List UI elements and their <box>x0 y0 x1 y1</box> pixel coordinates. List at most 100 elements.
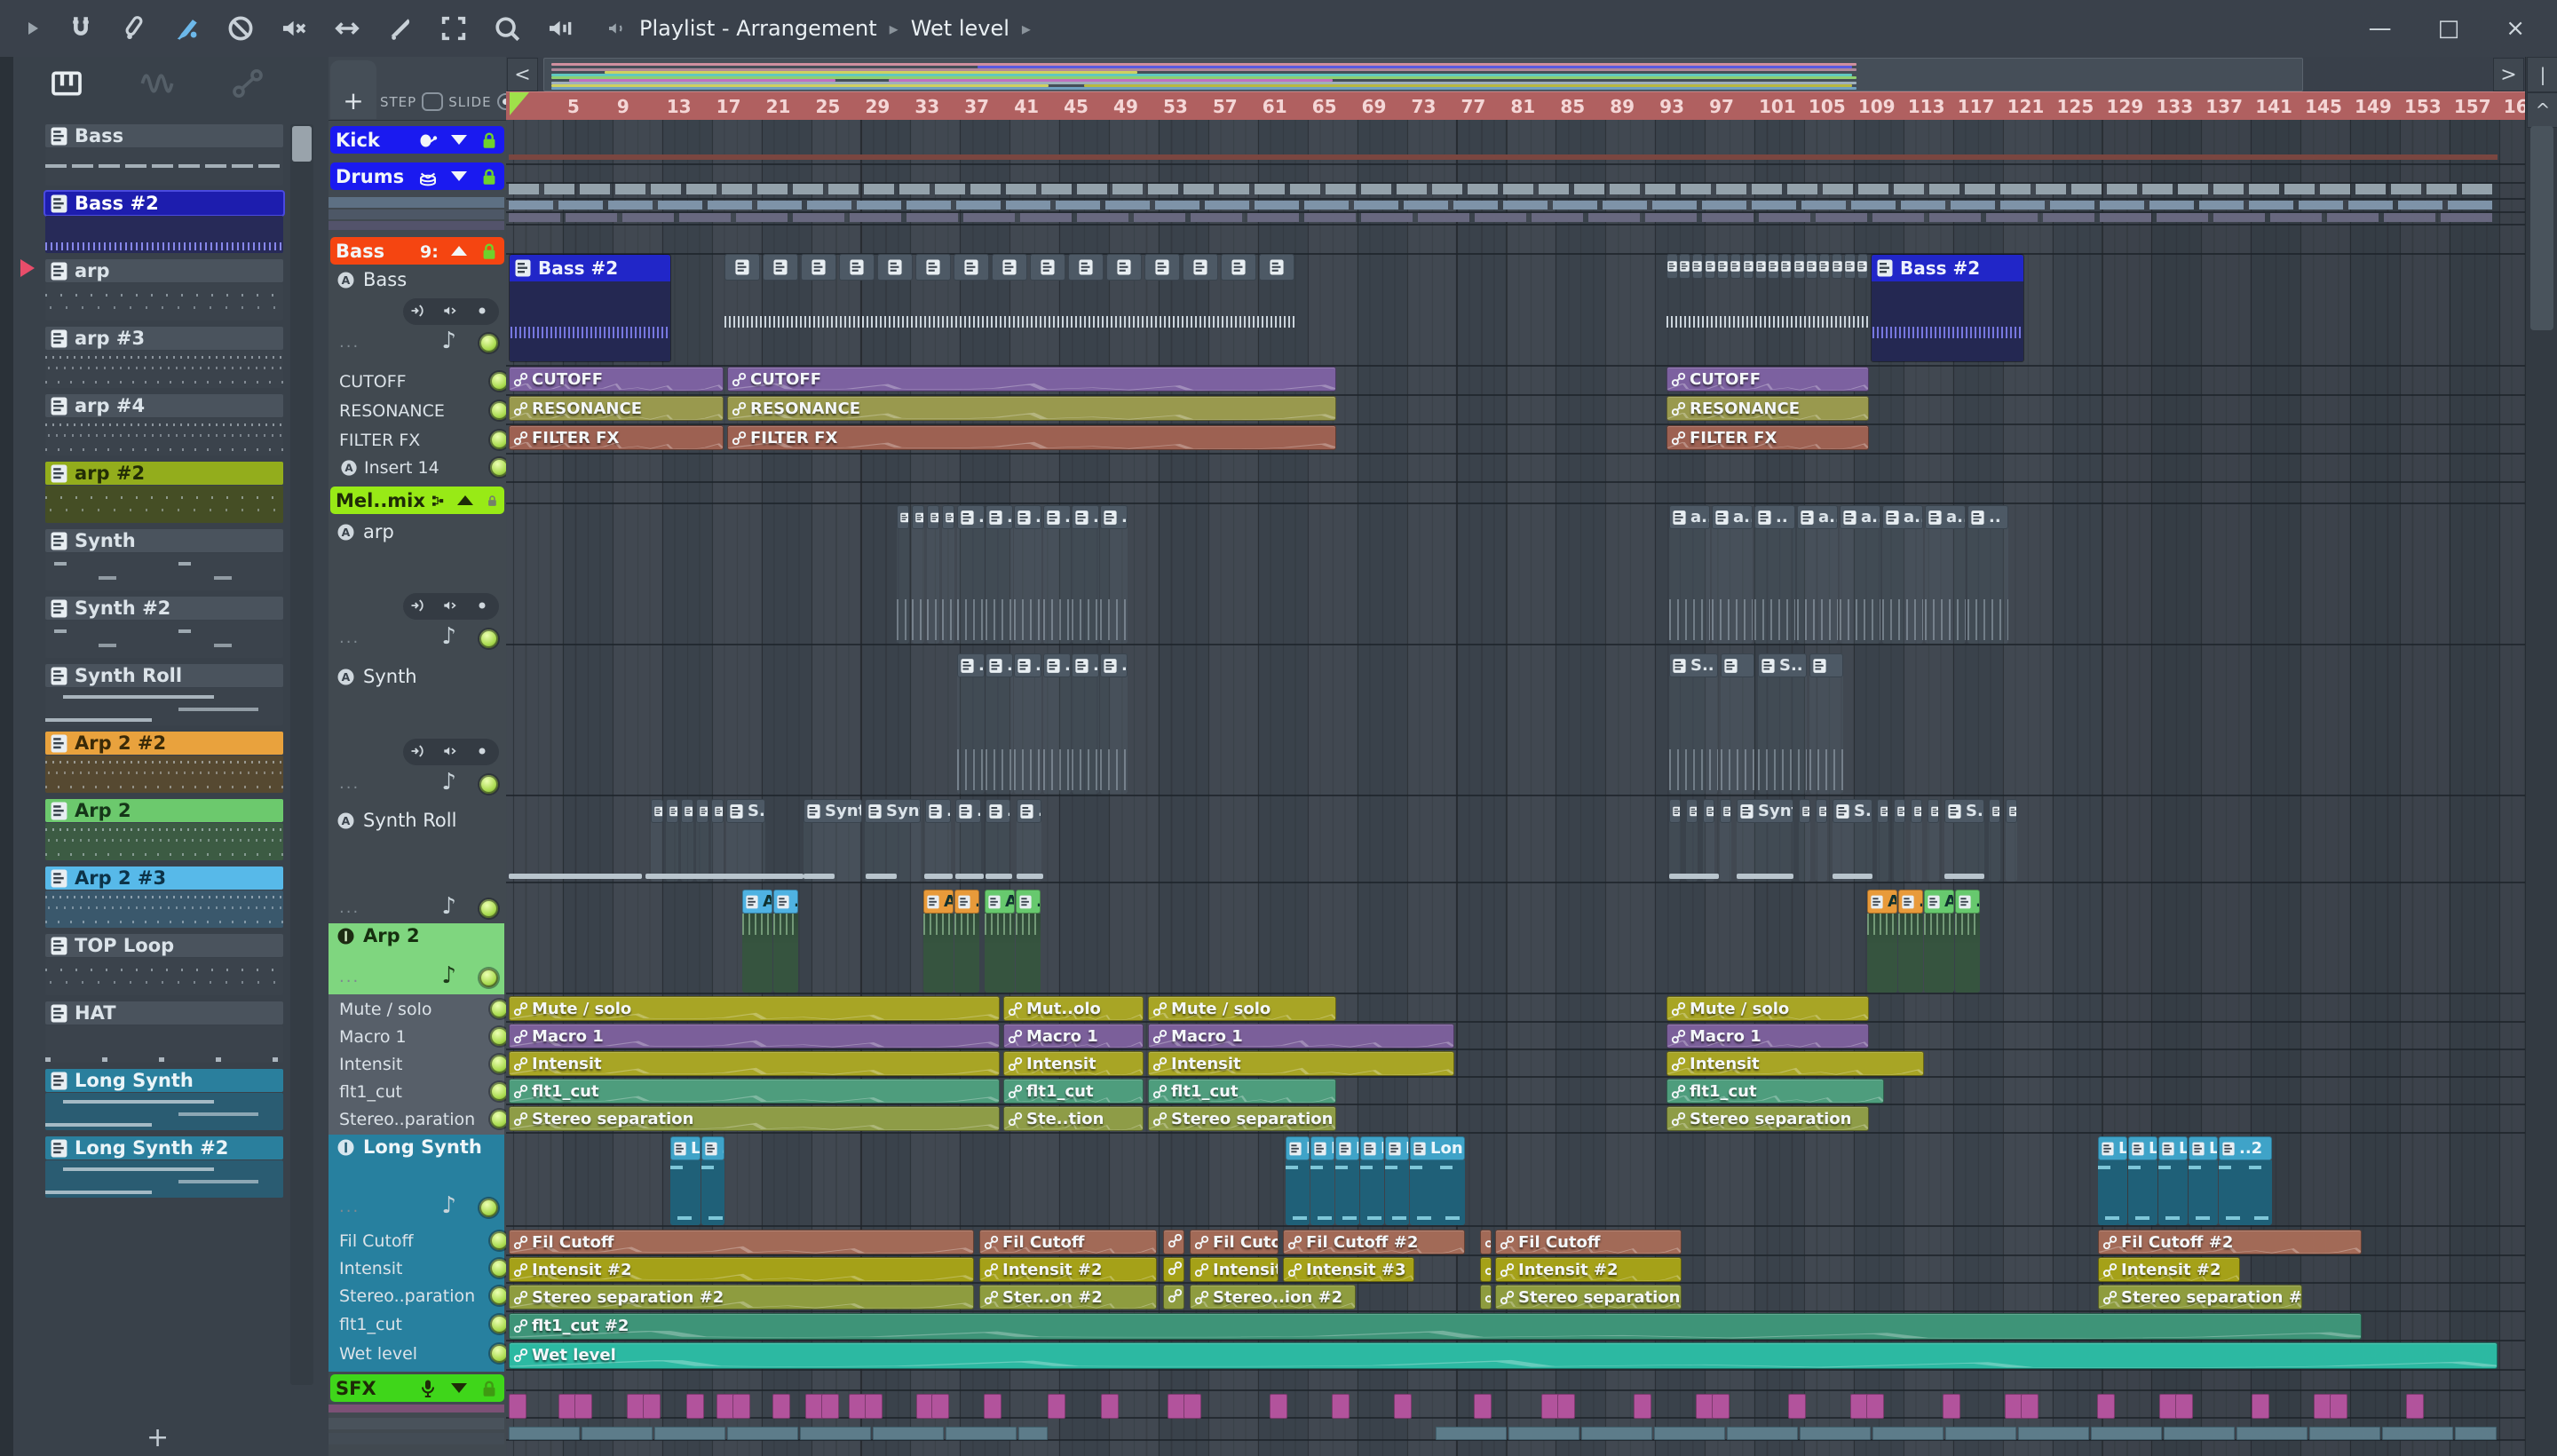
sfx-bar-clip[interactable] <box>873 1427 944 1440</box>
track-name-row[interactable]: A Synth <box>329 664 513 689</box>
track-io-cluster[interactable] <box>403 298 499 325</box>
sfx-clip[interactable] <box>1696 1394 1714 1419</box>
sfx-bar-clip[interactable] <box>2309 1427 2380 1440</box>
sfx-clip[interactable] <box>686 1394 704 1419</box>
pattern-item-label[interactable]: Synth Roll <box>45 664 283 687</box>
sfx-clip[interactable] <box>1850 1394 1868 1419</box>
automation-clip-cutoff[interactable]: CUTOFF <box>509 367 724 392</box>
sfx-clip[interactable] <box>2330 1394 2347 1419</box>
sfx-clip[interactable] <box>772 1394 790 1419</box>
sfx-clip[interactable] <box>2314 1394 2331 1419</box>
paint-brush-icon[interactable] <box>172 13 202 44</box>
automation-clip-filcutoff[interactable]: Fil Cutoff #2 <box>2098 1230 2362 1254</box>
automation-track-row[interactable]: Wet level <box>329 1341 517 1365</box>
automation-clip-flt1cut2[interactable]: flt1_cut #2 <box>509 1313 2362 1340</box>
automation-clip-filcutoff[interactable]: Fil Cutoff <box>979 1230 1157 1254</box>
sfx-clip[interactable] <box>1557 1394 1575 1419</box>
slip-tool-icon[interactable] <box>119 13 149 44</box>
automation-clip-stereosep2[interactable]: Stereo separation #2 <box>509 1285 974 1310</box>
track-group-header-bass[interactable]: Bass 9: <box>330 237 504 265</box>
collapse-down-icon[interactable] <box>451 171 467 181</box>
pattern-clip[interactable] <box>696 799 709 882</box>
automation-track-row[interactable]: Mute / solo <box>329 997 517 1021</box>
pattern-clip-longsynth[interactable]: L.. <box>1360 1136 1384 1225</box>
sfx-bar-clip[interactable] <box>1727 1427 1798 1440</box>
pattern-clip[interactable] <box>1816 799 1827 882</box>
track-io-cluster[interactable] <box>403 739 499 765</box>
pattern-item-label[interactable]: arp <box>45 259 283 282</box>
track-name-row[interactable]: Long Synth <box>329 1135 504 1159</box>
automation-clip-cutoff[interactable]: CUTOFF <box>727 367 1336 392</box>
sfx-clip[interactable] <box>1541 1394 1559 1419</box>
sfx-clip[interactable] <box>1394 1394 1412 1419</box>
pattern-item-label[interactable]: arp #3 <box>45 327 283 350</box>
automation-clip-filterfx[interactable]: FILTER FX <box>727 425 1336 450</box>
audio-output-icon[interactable] <box>441 302 461 321</box>
track-enable-led[interactable] <box>479 899 498 918</box>
automation-clip-filcutoff[interactable]: Fil Cutoff <box>509 1230 974 1254</box>
audio-output-icon[interactable] <box>441 742 461 762</box>
automation-clip-stereosep2[interactable]: Stereo..ion #2 <box>1190 1285 1356 1310</box>
pattern-tile-clip[interactable] <box>1768 254 1779 279</box>
pattern-clip[interactable]: S.. <box>1944 799 1984 882</box>
track-group-header-sfx[interactable]: SFX <box>330 1374 504 1402</box>
track-group-header-drums[interactable]: Drums <box>330 162 504 190</box>
pattern-item[interactable]: Synth <box>45 529 283 590</box>
vertical-scroll-thumb[interactable] <box>2530 126 2553 330</box>
collapse-up-icon[interactable] <box>457 495 474 505</box>
pattern-tile-clip[interactable] <box>1856 254 1869 279</box>
pattern-clip[interactable]: .. <box>955 799 981 882</box>
automation-clip-stereosep[interactable]: Ste..tion <box>1003 1106 1144 1131</box>
pattern-clip[interactable] <box>2006 799 2017 882</box>
pattern-tile-clip[interactable] <box>1183 254 1218 281</box>
input-routing-icon[interactable] <box>409 302 429 321</box>
pattern-clip[interactable]: a.. <box>1669 505 1710 644</box>
sfx-bar-clip[interactable] <box>1581 1427 1652 1440</box>
note-icon[interactable]: ♪ <box>441 769 456 795</box>
automation-clip-filterfx[interactable]: FILTER FX <box>1666 425 1869 450</box>
automation-clip-intensit2[interactable] <box>1163 1257 1184 1282</box>
automation-clip-filcutoff[interactable]: Fil Cutoff <box>1495 1230 1682 1254</box>
track-more-dots[interactable]: ... <box>339 1198 360 1216</box>
track-name-row[interactable]: Aarp <box>329 519 513 544</box>
sfx-clip[interactable] <box>2021 1394 2038 1419</box>
note-icon[interactable]: ♪ <box>441 1192 456 1219</box>
lock-icon[interactable] <box>479 130 499 151</box>
pattern-clip[interactable]: ..p <box>1100 505 1128 644</box>
pattern-clip[interactable]: .. <box>1017 799 1041 882</box>
pattern-tile-clip[interactable] <box>1717 254 1729 279</box>
pattern-item-label[interactable]: arp #2 <box>45 462 283 485</box>
pattern-clip-longsynth[interactable]: L.. <box>670 1136 701 1225</box>
stretch-tool-icon[interactable] <box>332 13 362 44</box>
automation-clip-intensit[interactable]: Intensit <box>1003 1051 1144 1076</box>
pattern-item-label[interactable]: Arp 2 #3 <box>45 866 283 890</box>
pattern-clip[interactable]: ..h <box>1014 653 1041 794</box>
automation-track-row[interactable]: RESONANCE <box>329 399 517 423</box>
track-more-dots[interactable]: ... <box>339 898 360 917</box>
sfx-clip[interactable] <box>574 1394 592 1419</box>
pattern-clip-arp2[interactable]: A.. <box>742 890 772 993</box>
pattern-clip[interactable]: ..p <box>1043 505 1071 644</box>
sfx-clip[interactable] <box>1270 1394 1287 1419</box>
navigator-view-window[interactable] <box>543 58 2303 91</box>
pattern-clip[interactable]: ..h <box>1100 653 1128 794</box>
automation-clip-intensit2[interactable] <box>1480 1257 1492 1282</box>
automation-track-row[interactable]: Stereo..paration <box>329 1107 517 1131</box>
sfx-clip[interactable] <box>2005 1394 2023 1419</box>
piano-keys-icon[interactable] <box>49 66 84 101</box>
automation-clip-filcutoff[interactable]: Fil Cutoff <box>1190 1230 1278 1254</box>
playlist-grid[interactable]: Bass #2 Bass #2 CUTOFF CUTOFF CUTOFF RESONANC… <box>506 120 2525 1456</box>
track-enable-led[interactable] <box>479 334 498 352</box>
pattern-item-label[interactable]: Arp 2 #2 <box>45 732 283 755</box>
track-io-cluster[interactable] <box>403 593 499 620</box>
automation-link-icon[interactable] <box>423 62 449 89</box>
note-icon[interactable]: ♪ <box>441 328 456 354</box>
pattern-clip[interactable]: ..p <box>986 505 1013 644</box>
sfx-clip[interactable] <box>1168 1394 1185 1419</box>
pattern-item[interactable]: Synth Roll <box>45 664 283 725</box>
automation-clip-intensit2[interactable]: Intensit #2 <box>1495 1257 1682 1282</box>
automation-clip-stereosep[interactable]: Stereo separation <box>509 1106 1000 1131</box>
pattern-clip-arp2[interactable]: A.. <box>1867 890 1897 993</box>
track-more-dots[interactable]: ... <box>339 333 360 352</box>
automation-clip-intensit[interactable]: Intensit <box>509 1051 1000 1076</box>
